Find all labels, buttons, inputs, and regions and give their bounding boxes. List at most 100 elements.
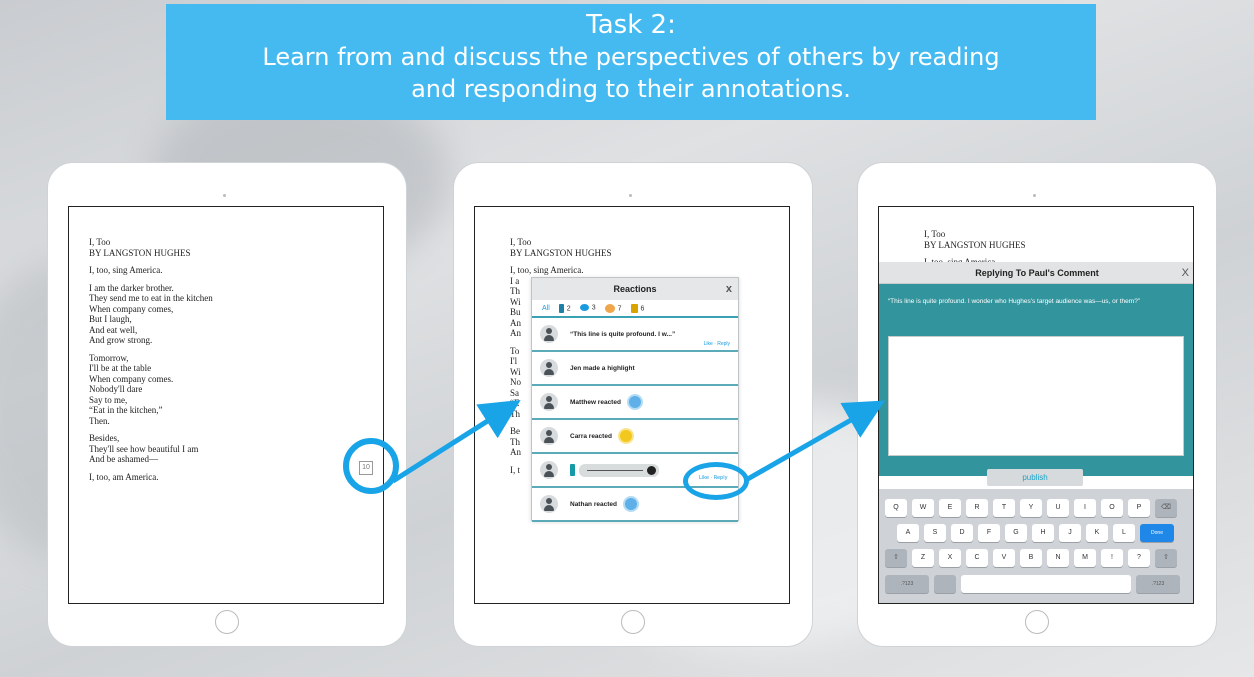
keyboard-row-2: A S D F G H J K L Done (897, 524, 1174, 542)
key-j[interactable]: J (1059, 524, 1081, 542)
poem-line[interactable]: And grow strong. (89, 335, 213, 346)
poem-line[interactable]: Tomorrow, (89, 353, 213, 364)
reactions-title: Reactions (613, 284, 657, 294)
key-p[interactable]: P (1128, 499, 1150, 517)
poem-author: BY LANGSTON HUGHES (510, 247, 612, 258)
keyboard-row-4: .?123 .?123 (885, 575, 1180, 593)
like-reply-link[interactable]: Like · Reply (704, 341, 730, 347)
heart-emoji-icon (626, 394, 643, 410)
key-numbers[interactable]: .?123 (885, 575, 929, 593)
key-i[interactable]: I (1074, 499, 1096, 517)
filter-all[interactable]: All (542, 305, 550, 312)
poem-line[interactable]: “Eat in the kitchen,” (89, 405, 213, 416)
highlight-marker-icon (570, 464, 575, 476)
task-description-line-2: and responding to their annotations. (411, 75, 851, 103)
reaction-item[interactable]: Carra reacted (532, 420, 738, 454)
poem-line[interactable]: I, too, sing America. (89, 265, 213, 276)
key-h[interactable]: H (1032, 524, 1054, 542)
key-v[interactable]: V (993, 549, 1015, 567)
reaction-text: Carra reacted (570, 432, 612, 440)
filter-edits[interactable]: 6 (630, 303, 644, 313)
task-description-line-1: Learn from and discuss the perspectives … (262, 43, 1000, 71)
poem-line[interactable]: Say to me, (89, 395, 213, 406)
reaction-item[interactable]: Jen made a highlight (532, 352, 738, 386)
key-done[interactable]: Done (1140, 524, 1174, 542)
close-icon[interactable]: X (1182, 262, 1189, 284)
key-f[interactable]: F (978, 524, 1000, 542)
highlight-ring (683, 462, 749, 500)
key-b[interactable]: B (1020, 549, 1042, 567)
poem-line[interactable]: They'll see how beautiful I am (89, 444, 213, 455)
camera (223, 182, 231, 216)
filter-comments[interactable]: 3 (579, 304, 596, 312)
key-y[interactable]: Y (1020, 499, 1042, 517)
home-button (621, 610, 645, 634)
key-g[interactable]: G (1005, 524, 1027, 542)
key-shift[interactable]: ⇧ (885, 549, 907, 567)
key-d[interactable]: D (951, 524, 973, 542)
key-l[interactable]: L (1113, 524, 1135, 542)
key-m[interactable]: M (1074, 549, 1096, 567)
key-w[interactable]: W (912, 499, 934, 517)
key-?[interactable]: ? (1128, 549, 1150, 567)
close-icon[interactable]: x (726, 278, 732, 300)
poem-line[interactable]: I, too, sing America. (510, 265, 612, 276)
reaction-item[interactable]: “This line is quite profound. I w...” Li… (532, 318, 738, 352)
reaction-item[interactable]: Matthew reacted (532, 386, 738, 420)
avatar (540, 325, 558, 343)
key-k[interactable]: K (1086, 524, 1108, 542)
task-title: Task 2: (586, 10, 676, 40)
poem-line[interactable]: I am the darker brother. (89, 283, 213, 294)
filter-reactions[interactable]: 7 (604, 303, 622, 313)
poem-title: I, Too (510, 237, 532, 247)
key-a[interactable]: A (897, 524, 919, 542)
comment-icon (579, 304, 589, 312)
poem-line[interactable]: Besides, (89, 433, 213, 444)
tablet-screen: I, Too BY LANGSTON HUGHES I, too, sing A… (474, 206, 790, 604)
keyboard-row-1: Q W E R T Y U I O P ⌫ (885, 499, 1177, 517)
key-![interactable]: ! (1101, 549, 1123, 567)
poem-line[interactable]: And be ashamed— (89, 454, 213, 465)
publish-button[interactable]: publish (987, 469, 1083, 486)
emoji-cluster-icon (604, 303, 615, 313)
task-banner: Task 2: Learn from and discuss the persp… (166, 4, 1096, 120)
poem-line[interactable]: Nobody'll dare (89, 384, 213, 395)
key-numbers[interactable]: .?123 (1136, 575, 1180, 593)
key-shift[interactable]: ⇧ (1155, 549, 1177, 567)
key-o[interactable]: O (1101, 499, 1123, 517)
poem-line[interactable]: And eat well, (89, 325, 213, 336)
key-z[interactable]: Z (912, 549, 934, 567)
poem-line[interactable]: They send me to eat in the kitchen (89, 293, 213, 304)
avatar (540, 393, 558, 411)
camera (1033, 182, 1041, 216)
text-edit-icon (630, 303, 638, 313)
key-c[interactable]: C (966, 549, 988, 567)
key-s[interactable]: S (924, 524, 946, 542)
key-space[interactable] (961, 575, 1131, 593)
key-e[interactable]: E (939, 499, 961, 517)
audio-player[interactable] (579, 463, 659, 477)
key-backspace[interactable]: ⌫ (1155, 499, 1177, 517)
reply-panel: “This line is quite profound. I wonder w… (879, 284, 1193, 476)
key-t[interactable]: T (993, 499, 1015, 517)
key-q[interactable]: Q (885, 499, 907, 517)
key-n[interactable]: N (1047, 549, 1069, 567)
key-x[interactable]: X (939, 549, 961, 567)
reactions-header: Reactions x (532, 278, 738, 300)
poem-line[interactable]: I'll be at the table (89, 363, 213, 374)
reply-input[interactable] (888, 336, 1184, 456)
poem-line[interactable]: Then. (89, 416, 213, 427)
poem-line[interactable]: I, too, am America. (89, 472, 213, 483)
key-r[interactable]: R (966, 499, 988, 517)
play-icon[interactable] (647, 465, 656, 475)
keyboard-row-3: ⇧ Z X C V B N M!? ⇧ (885, 549, 1177, 567)
poem-line[interactable]: But I laugh, (89, 314, 213, 325)
camera (629, 182, 637, 216)
filter-highlights[interactable]: 2 (558, 303, 571, 313)
poem-line[interactable]: When company comes, (89, 304, 213, 315)
poem-title: I, Too (924, 229, 946, 239)
key-u[interactable]: U (1047, 499, 1069, 517)
poem-line[interactable]: When company comes. (89, 374, 213, 385)
key-emoji[interactable] (934, 575, 956, 593)
home-button (1025, 610, 1049, 634)
